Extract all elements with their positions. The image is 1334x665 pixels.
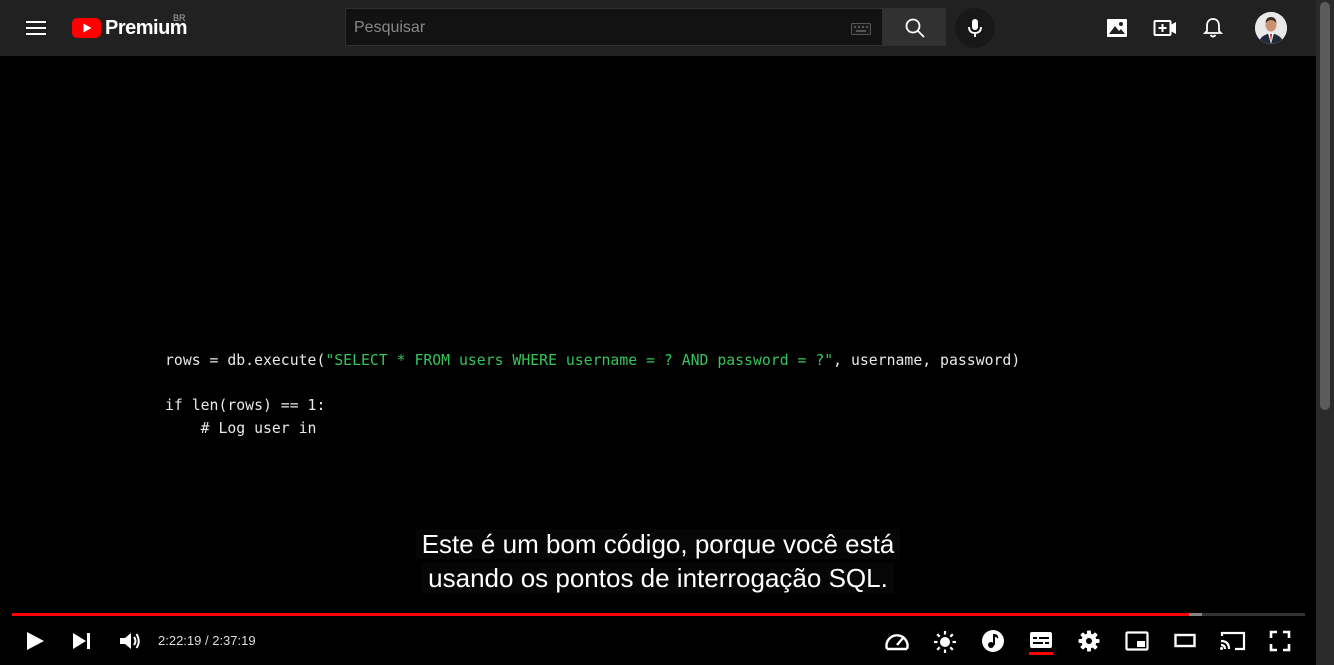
caption-line-2: usando os pontos de interrogação SQL. [422,563,894,593]
code-line-1-pre: rows = db.execute( [165,352,326,369]
search-icon [905,18,925,38]
settings-gear-icon[interactable] [1078,630,1100,652]
next-icon[interactable] [71,631,93,651]
keyboard-icon[interactable] [851,23,871,35]
menu-icon[interactable] [24,18,48,38]
code-line-1-post: , username, password) [833,352,1021,369]
youtube-logo-icon [72,18,101,38]
image-icon[interactable] [1106,17,1128,39]
notifications-bell-icon[interactable] [1203,17,1223,39]
theater-mode-icon[interactable] [1174,633,1196,649]
fullscreen-icon[interactable] [1269,630,1291,652]
cast-icon[interactable] [1219,630,1247,652]
miniplayer-icon[interactable] [1125,631,1149,651]
brightness-icon[interactable] [933,630,957,654]
search-box [345,8,883,47]
create-video-icon[interactable] [1153,17,1177,39]
scrollbar-thumb[interactable] [1320,2,1330,410]
avatar[interactable] [1255,12,1287,44]
playback-speed-icon[interactable] [884,630,910,652]
youtube-premium-logo[interactable]: Premium [72,16,188,40]
country-code: BR [173,13,186,23]
subtitle-caption: Este é um bom código, porque você está u… [0,527,1316,595]
microphone-icon [968,19,982,37]
code-snippet: rows = db.execute("SELECT * FROM users W… [165,350,1020,440]
time-display: 2:22:19 / 2:37:19 [158,633,256,648]
masthead: Premium BR [0,0,1316,56]
code-line-2: if len(rows) == 1: [165,397,326,414]
search-button[interactable] [883,8,946,46]
profile-picture [1255,12,1287,44]
progress-bar[interactable] [12,613,1305,616]
voice-search-button[interactable] [955,8,995,48]
progress-played [12,613,1189,616]
music-icon[interactable] [981,629,1005,653]
subtitles-icon[interactable] [1029,630,1053,656]
code-line-3: # Log user in [165,419,317,437]
code-line-1-string: "SELECT * FROM users WHERE username = ? … [325,352,834,369]
caption-line-1: Este é um bom código, porque você está [415,529,901,559]
search-input[interactable] [352,9,846,47]
play-icon[interactable] [24,630,46,652]
volume-icon[interactable] [118,630,142,652]
